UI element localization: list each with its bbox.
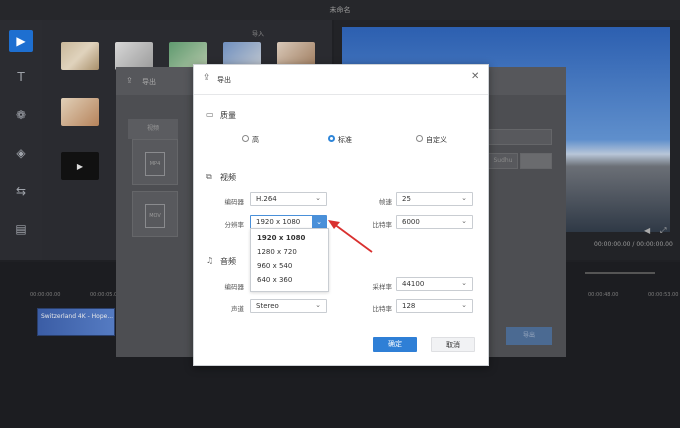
clip-label: Switzerland 4K - Hope... [41,313,114,320]
framerate-label: 帧速 [379,198,392,206]
chevron-down-icon: ⌄ [315,301,321,309]
resolution-option[interactable]: 1920 x 1080 [257,234,305,242]
ruler-tick-label: 00:00:00.00 [30,292,61,298]
media-thumbnail[interactable] [115,42,153,70]
media-tab-label[interactable]: 导入 [252,29,264,38]
chevron-down-icon: ⌄ [461,194,467,202]
transition-icon[interactable]: ⇆ [9,180,33,202]
quality-radio-high-label: 高 [252,136,259,144]
video-encoder-value: H.264 [256,195,277,203]
overlay-icon[interactable]: ◈ [9,142,33,164]
quality-section-title: 质量 [220,111,236,120]
video-encoder-label: 编码器 [224,198,245,206]
header-divider [194,94,488,95]
format-mov-card: MOV [132,191,178,237]
quality-radio-high[interactable] [242,135,249,142]
media-thumbnail[interactable]: ▶ [61,152,99,180]
audio-encoder-label: 编码器 [224,283,245,291]
audio-bitrate-select[interactable]: 128 ⌄ [396,299,473,313]
video-settings-icon: ⧉ [206,172,212,181]
background-label: Sudhu [488,153,518,169]
resolution-option[interactable]: 640 x 360 [257,276,292,284]
title-bar: 未命名 [0,0,680,20]
resolution-select[interactable]: 1920 x 1080 ⌄ [250,215,327,229]
ok-button[interactable]: 确定 [373,337,417,352]
channel-value: Stereo [256,302,279,310]
audio-bitrate-value: 128 [402,302,416,310]
background-tab-video: 视频 [128,119,178,139]
zoom-slider[interactable] [585,272,655,274]
annotation-arrow [328,220,373,253]
mp4-file-icon: MP4 [145,152,165,176]
resolution-option[interactable]: 960 x 540 [257,262,292,270]
format-mp4-card: MP4 [132,139,178,185]
mov-file-icon: MOV [145,204,165,228]
quality-radio-standard[interactable] [328,135,335,142]
media-icon[interactable]: ▶ [9,30,33,52]
video-clip[interactable]: Switzerland 4K - Hope... [37,308,115,336]
background-input [488,129,552,145]
samplerate-select[interactable]: 44100 ⌄ [396,277,473,291]
quality-radio-custom[interactable] [416,135,423,142]
chevron-down-icon: ⌄ [461,279,467,287]
chevron-down-icon: ⌄ [315,194,321,202]
resolution-option[interactable]: 1280 x 720 [257,248,297,256]
framerate-value: 25 [402,195,411,203]
ruler-tick-label: 00:00:53.00 [648,292,679,298]
audio-bitrate-label: 比特率 [372,305,393,313]
media-thumbnail[interactable] [61,98,99,126]
chevron-down-icon: ⌄ [461,301,467,309]
audio-section-title: 音频 [220,257,236,266]
video-bitrate-select[interactable]: 6000 ⌄ [396,215,473,229]
background-small-button [520,153,552,169]
background-export-button: 导出 [506,327,552,345]
dialog-title: 导出 [217,76,231,84]
video-bitrate-value: 6000 [402,218,420,226]
export-icon: ⇪ [126,76,133,85]
audio-settings-icon: ♫ [206,256,214,265]
fullscreen-icon[interactable]: ⤢ [660,226,666,236]
samplerate-label: 采样率 [372,283,393,291]
chevron-down-icon: ⌄ [461,217,467,225]
media-thumbnail[interactable] [61,42,99,70]
text-icon[interactable]: T [9,66,33,88]
quality-radio-standard-label: 标准 [338,136,352,144]
window-title: 未命名 [329,6,351,14]
close-icon[interactable]: ✕ [471,71,479,82]
framerate-select[interactable]: 25 ⌄ [396,192,473,206]
cancel-button[interactable]: 取消 [431,337,475,352]
video-encoder-select[interactable]: H.264 ⌄ [250,192,327,206]
resolution-value: 1920 x 1080 [256,218,301,226]
export-icon: ⇪ [203,73,211,83]
samplerate-value: 44100 [402,280,425,288]
channel-select[interactable]: Stereo ⌄ [250,299,327,313]
filter-icon[interactable]: ❁ [9,104,33,126]
element-icon[interactable]: ▤ [9,218,33,240]
channel-label: 声道 [231,305,244,313]
time-display: 00:00:00.00 / 00:00:00.00 [594,241,673,248]
monitor-icon: ▭ [206,110,214,119]
quality-radio-custom-label: 自定义 [426,136,447,144]
ruler-tick-label: 00:00:48.00 [588,292,619,298]
volume-icon[interactable]: ◀ [644,226,650,235]
background-dialog-title: 导出 [142,78,156,86]
editor-sidebar: ▶ T ❁ ◈ ⇆ ▤ [0,20,42,260]
video-section-title: 视频 [220,173,236,182]
resolution-label: 分辨率 [224,221,245,229]
resolution-dropdown: 1920 x 1080 1280 x 720 960 x 540 640 x 3… [250,228,329,292]
